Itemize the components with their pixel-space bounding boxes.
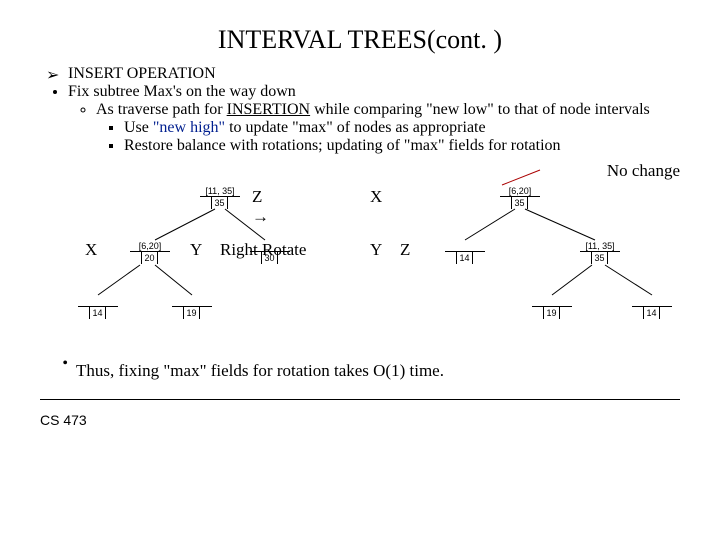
- bullet-restore: Restore balance with rotations; updating…: [124, 137, 680, 155]
- bullet-fix: Fix subtree Max's on the way down: [68, 83, 680, 101]
- node-max: 20: [142, 252, 158, 264]
- node-max: 19: [184, 307, 200, 319]
- bullet-list: INSERT OPERATION Fix subtree Max's on th…: [40, 65, 680, 155]
- z-label: Z: [252, 187, 262, 207]
- x-label-right: X: [370, 187, 382, 207]
- arrow-icon: →: [252, 207, 269, 227]
- footer: CS 473: [40, 399, 680, 428]
- x-label-left: X: [85, 240, 97, 260]
- node-interval: [6,20]: [500, 185, 540, 197]
- node-interval: [11, 35]: [580, 240, 620, 252]
- node-max: 35: [592, 252, 608, 264]
- right-z-node: [11, 35] 35: [580, 240, 620, 264]
- text: As traverse path for: [96, 101, 227, 118]
- text: Use: [124, 119, 153, 136]
- right-leaf-19: 19: [532, 295, 572, 319]
- bullet-use-new-high: Use "new high" to update "max" of nodes …: [124, 119, 680, 137]
- node-max: 14: [457, 252, 473, 264]
- z-label-right: Z: [400, 240, 410, 260]
- right-leaf-14b: 14: [632, 295, 672, 319]
- node-interval: [6,20]: [130, 240, 170, 252]
- node-interval: [11, 35]: [200, 185, 240, 197]
- no-change-label: No change: [607, 161, 680, 181]
- y-label-right: Y: [370, 240, 382, 260]
- bullet-dot: •: [40, 355, 76, 381]
- page-title: INTERVAL TREES(cont. ): [40, 25, 680, 55]
- text: while comparing "new low" to that of nod…: [310, 101, 650, 118]
- node-interval: [172, 295, 212, 307]
- bullet-insert-op: INSERT OPERATION: [68, 65, 680, 83]
- left-leaf-14: 14: [78, 295, 118, 319]
- insertion-word: INSERTION: [227, 101, 310, 118]
- text: to update "max" of nodes as appropriate: [225, 119, 486, 136]
- node-max: 19: [544, 307, 560, 319]
- node-max: 35: [212, 197, 228, 209]
- node-max: 14: [90, 307, 106, 319]
- node-interval: [250, 240, 290, 252]
- node-max: 35: [512, 197, 528, 209]
- y-label-left: Y: [190, 240, 202, 260]
- left-subtree-30: 30: [250, 240, 290, 264]
- node-interval: [632, 295, 672, 307]
- node-max: 30: [262, 252, 278, 264]
- node-interval: [532, 295, 572, 307]
- node-interval: [445, 240, 485, 252]
- diagram: No change [11, 35] 35 Z → X [6,20] 20 Y …: [40, 165, 680, 355]
- left-leaf-19: 19: [172, 295, 212, 319]
- bullet-traverse: As traverse path for INSERTION while com…: [96, 101, 680, 119]
- conclusion-row: • Thus, fixing "max" fields for rotation…: [40, 355, 680, 381]
- left-root-node: [11, 35] 35: [200, 185, 240, 209]
- right-leaf-14: 14: [445, 240, 485, 264]
- right-root-node: [6,20] 35: [500, 185, 540, 209]
- conclusion-text: Thus, fixing "max" fields for rotation t…: [76, 361, 444, 381]
- new-high: "new high": [153, 119, 225, 136]
- node-interval: [78, 295, 118, 307]
- left-y-node: [6,20] 20: [130, 240, 170, 264]
- node-max: 14: [644, 307, 660, 319]
